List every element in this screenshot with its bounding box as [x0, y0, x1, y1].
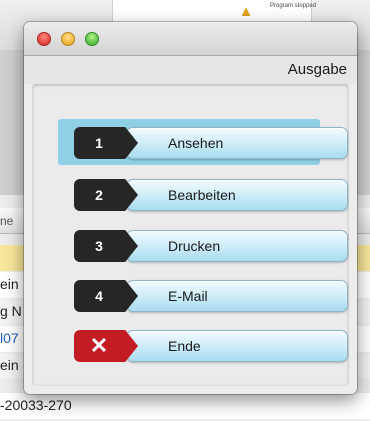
menu-pill — [126, 127, 348, 159]
minimize-icon[interactable] — [61, 32, 75, 46]
menu-item-bearbeiten[interactable]: 2 Bearbeiten — [64, 176, 348, 214]
menu-item-label: Ende — [168, 338, 201, 354]
program-status-text: Program stopped — [270, 3, 317, 9]
number-badge: 4 — [74, 280, 138, 312]
menu-pill — [126, 280, 348, 312]
menu-pill — [126, 330, 348, 362]
number-badge: 2 — [74, 179, 138, 211]
menu-item-drucken[interactable]: 3 Drucken — [64, 227, 348, 265]
menu-item-label: Ansehen — [168, 135, 224, 151]
menu-item-ansehen[interactable]: 1 Ansehen — [58, 119, 348, 165]
window-titlebar[interactable] — [24, 22, 357, 56]
table-row[interactable]: -20033-270 — [0, 393, 370, 419]
menu-pill — [126, 230, 348, 262]
x-icon: ✕ — [89, 333, 109, 358]
close-icon[interactable] — [37, 32, 51, 46]
number-badge: 1 — [74, 127, 138, 159]
column-header-label: ne — [0, 214, 14, 228]
window-title: Ausgabe — [287, 61, 347, 78]
exit-badge: ✕ — [74, 330, 138, 362]
menu-pill — [126, 179, 348, 211]
menu-item-email[interactable]: 4 E-Mail — [64, 277, 348, 315]
ausgabe-window: Ausgabe 1 Ansehen 2 Bearbeiten 3 Drucken — [24, 22, 357, 394]
warning-icon: ▲ — [238, 3, 254, 20]
menu-item-label: E-Mail — [168, 288, 208, 304]
number-badge: 3 — [74, 230, 138, 262]
menu-item-label: Drucken — [168, 238, 221, 254]
zoom-icon[interactable] — [85, 32, 99, 46]
background-document-strip: ▲ Program stopped — [112, 0, 316, 24]
window-toolbar: Ausgabe — [24, 56, 357, 84]
menu-item-label: Bearbeiten — [168, 187, 236, 203]
menu-item-ende[interactable]: ✕ Ende — [64, 327, 348, 365]
menu-panel: 1 Ansehen 2 Bearbeiten 3 Drucken 4 E-Mai… — [32, 84, 349, 386]
